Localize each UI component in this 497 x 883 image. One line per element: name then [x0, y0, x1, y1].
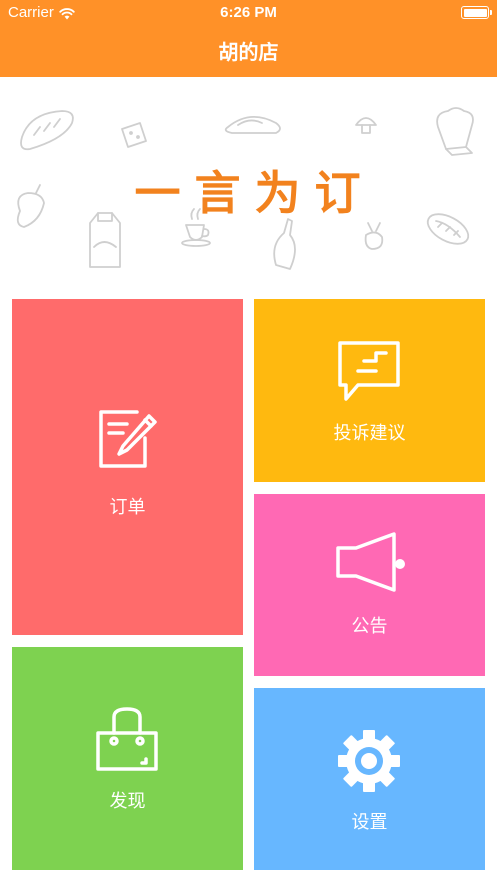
settings-tile[interactable]: 设置	[254, 688, 485, 870]
feedback-tile-label: 投诉建议	[333, 423, 406, 444]
page-title: 胡的店	[218, 40, 279, 64]
notice-tile-label: 公告	[351, 616, 388, 637]
order-tile-label: 订单	[109, 497, 146, 518]
discover-tile-label: 发现	[109, 791, 146, 812]
clock: 6:26 PM	[220, 4, 277, 21]
discover-tile[interactable]: 发现	[12, 647, 243, 870]
app-header: Carrier 6:26 PM 胡的店	[0, 0, 497, 77]
status-bar: Carrier 6:26 PM	[0, 0, 497, 26]
gear-icon	[336, 728, 402, 798]
edit-icon	[97, 408, 159, 474]
banner: 一言为订	[0, 77, 497, 289]
megaphone-icon	[334, 530, 406, 598]
bag-icon	[94, 707, 160, 777]
slogan: 一言为订	[134, 166, 375, 220]
notice-tile[interactable]: 公告	[254, 494, 485, 676]
order-tile[interactable]: 订单	[12, 299, 243, 635]
settings-tile-label: 设置	[351, 812, 388, 833]
message-icon	[336, 339, 402, 409]
battery-icon	[461, 6, 492, 19]
feedback-tile[interactable]: 投诉建议	[254, 299, 485, 482]
